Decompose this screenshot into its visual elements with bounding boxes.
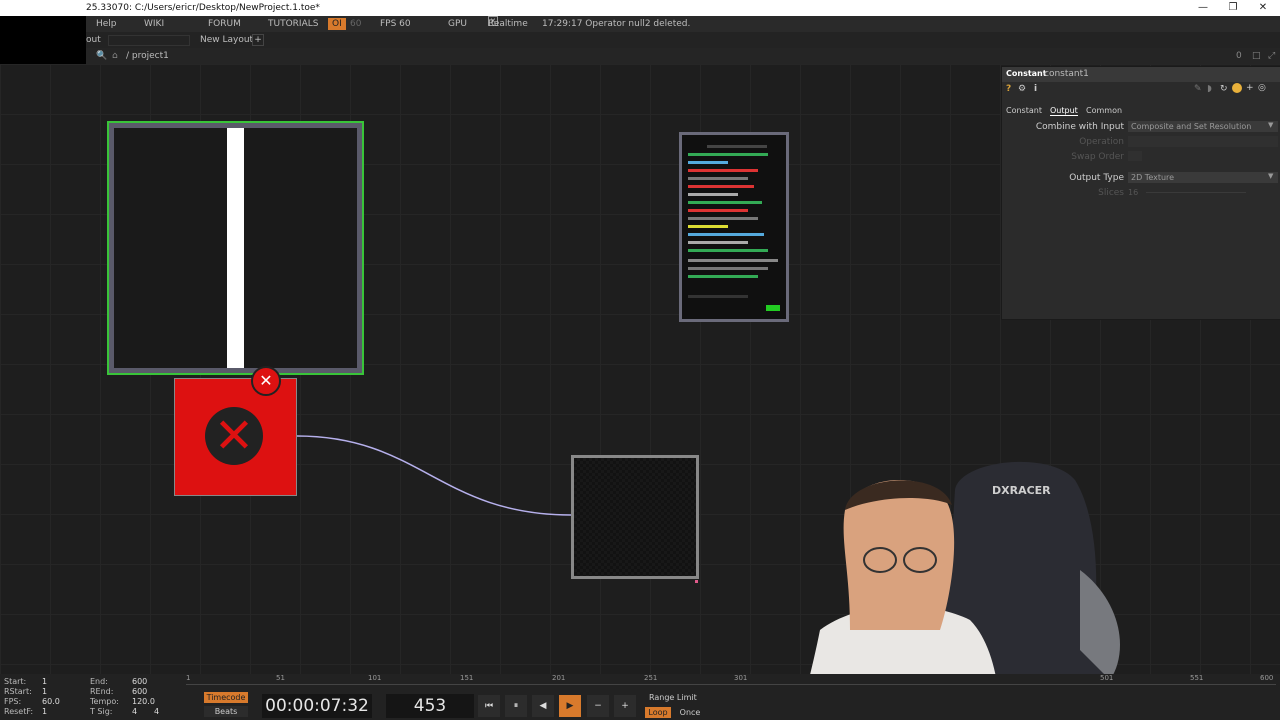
error-x-icon: ✕ — [205, 407, 263, 465]
rstart-value[interactable]: 1 — [42, 687, 47, 696]
output-type-select[interactable]: 2D Texture — [1128, 172, 1278, 183]
loop-button[interactable]: Loop — [645, 707, 671, 718]
reverse-icon[interactable]: ◀ — [532, 695, 554, 717]
tempo-value[interactable]: 120.0 — [132, 697, 155, 706]
chat-web-node[interactable] — [679, 132, 789, 322]
operator-python-icon[interactable]: ⚙ — [1018, 84, 1026, 94]
operation-label: Operation — [1079, 137, 1124, 147]
slices-value: 16 — [1128, 188, 1139, 197]
range-limit-label: Range Limit — [649, 693, 697, 702]
resetf-value[interactable]: 1 — [42, 707, 47, 716]
end-value[interactable]: 600 — [132, 677, 147, 686]
rewind-icon[interactable]: ⏮ — [478, 695, 500, 717]
resetf-label: ResetF: — [4, 707, 34, 716]
ruler-tick: 600 — [1260, 674, 1274, 682]
combine-label: Combine with Input — [1035, 122, 1124, 132]
pause-icon[interactable]: ⏸ — [505, 695, 527, 717]
ruler-tick: 51 — [276, 674, 285, 682]
refresh-icon[interactable]: ↻ — [1220, 84, 1228, 94]
ruler-tick: 101 — [368, 674, 382, 682]
output-node[interactable] — [571, 455, 699, 579]
comment-icon[interactable]: ◗ — [1207, 84, 1212, 94]
parameter-panel: Constant constant1 ? ⚙ i ✎ ◗ ↻ + ◎ Const… — [1001, 66, 1280, 320]
start-label: Start: — [4, 677, 27, 686]
timecode-mode-button[interactable]: Timecode — [204, 692, 248, 703]
once-button[interactable]: Once — [676, 707, 704, 718]
chevron-down-icon[interactable]: ▼ — [1268, 121, 1273, 129]
output-node-viewer — [574, 458, 696, 576]
step-back-icon[interactable]: − — [587, 695, 609, 717]
operator-type: Constant — [1006, 69, 1047, 78]
ruler-tick: 301 — [734, 674, 748, 682]
slices-label: Slices — [1098, 188, 1124, 198]
ruler-tick: 1 — [186, 674, 191, 682]
tab-output[interactable]: Output — [1050, 106, 1078, 116]
ruler-tick: 501 — [1100, 674, 1114, 682]
chevron-down-icon[interactable]: ▼ — [1268, 172, 1273, 180]
end-label: End: — [90, 677, 108, 686]
parameter-header: Constant constant1 — [1002, 67, 1280, 82]
play-icon[interactable]: ▶ — [559, 695, 581, 717]
rstart-label: RStart: — [4, 687, 32, 696]
combine-select[interactable]: Composite and Set Resolution — [1128, 121, 1278, 132]
step-forward-icon[interactable]: + — [614, 695, 636, 717]
frame-display[interactable]: 453 — [386, 694, 474, 718]
constant-node[interactable] — [107, 121, 364, 375]
ruler-tick: 251 — [644, 674, 658, 682]
swap-order-toggle — [1128, 151, 1142, 161]
rend-value[interactable]: 600 — [132, 687, 147, 696]
output-type-label: Output Type — [1069, 173, 1124, 183]
fps-value[interactable]: 60.0 — [42, 697, 60, 706]
tsig-label: T Sig: — [90, 707, 113, 716]
error-badge-icon[interactable]: ✕ — [251, 366, 281, 396]
constant-node-viewer — [114, 128, 357, 368]
fps-label: FPS: — [4, 697, 22, 706]
tempo-label: Tempo: — [90, 697, 119, 706]
timecode-display[interactable]: 00:00:07:32 — [262, 694, 372, 718]
info-icon[interactable]: i — [1034, 84, 1037, 94]
operator-name[interactable]: constant1 — [1044, 69, 1089, 79]
swap-order-label: Swap Order — [1071, 152, 1124, 162]
palette-icon[interactable] — [1232, 83, 1242, 93]
target-icon[interactable]: ◎ — [1258, 83, 1266, 93]
tsig-value-2[interactable]: 4 — [154, 707, 159, 716]
tab-common[interactable]: Common — [1086, 106, 1122, 115]
ruler-tick: 201 — [552, 674, 566, 682]
help-icon[interactable]: ? — [1006, 84, 1011, 94]
white-bar — [227, 128, 244, 368]
error-node[interactable]: ✕ — [174, 378, 297, 496]
rend-label: REnd: — [90, 687, 114, 696]
beats-mode-button[interactable]: Beats — [204, 706, 248, 717]
tsig-value-1[interactable]: 4 — [132, 707, 137, 716]
ruler-tick: 551 — [1190, 674, 1204, 682]
slices-slider — [1146, 192, 1246, 193]
tab-constant[interactable]: Constant — [1006, 106, 1042, 115]
chat-web-viewer — [682, 135, 786, 319]
start-value[interactable]: 1 — [42, 677, 47, 686]
add-icon[interactable]: + — [1246, 83, 1254, 93]
operation-select — [1128, 136, 1278, 147]
ruler-tick: 151 — [460, 674, 474, 682]
edit-icon[interactable]: ✎ — [1194, 84, 1202, 94]
chair-brand: DXRACER — [992, 484, 1051, 497]
